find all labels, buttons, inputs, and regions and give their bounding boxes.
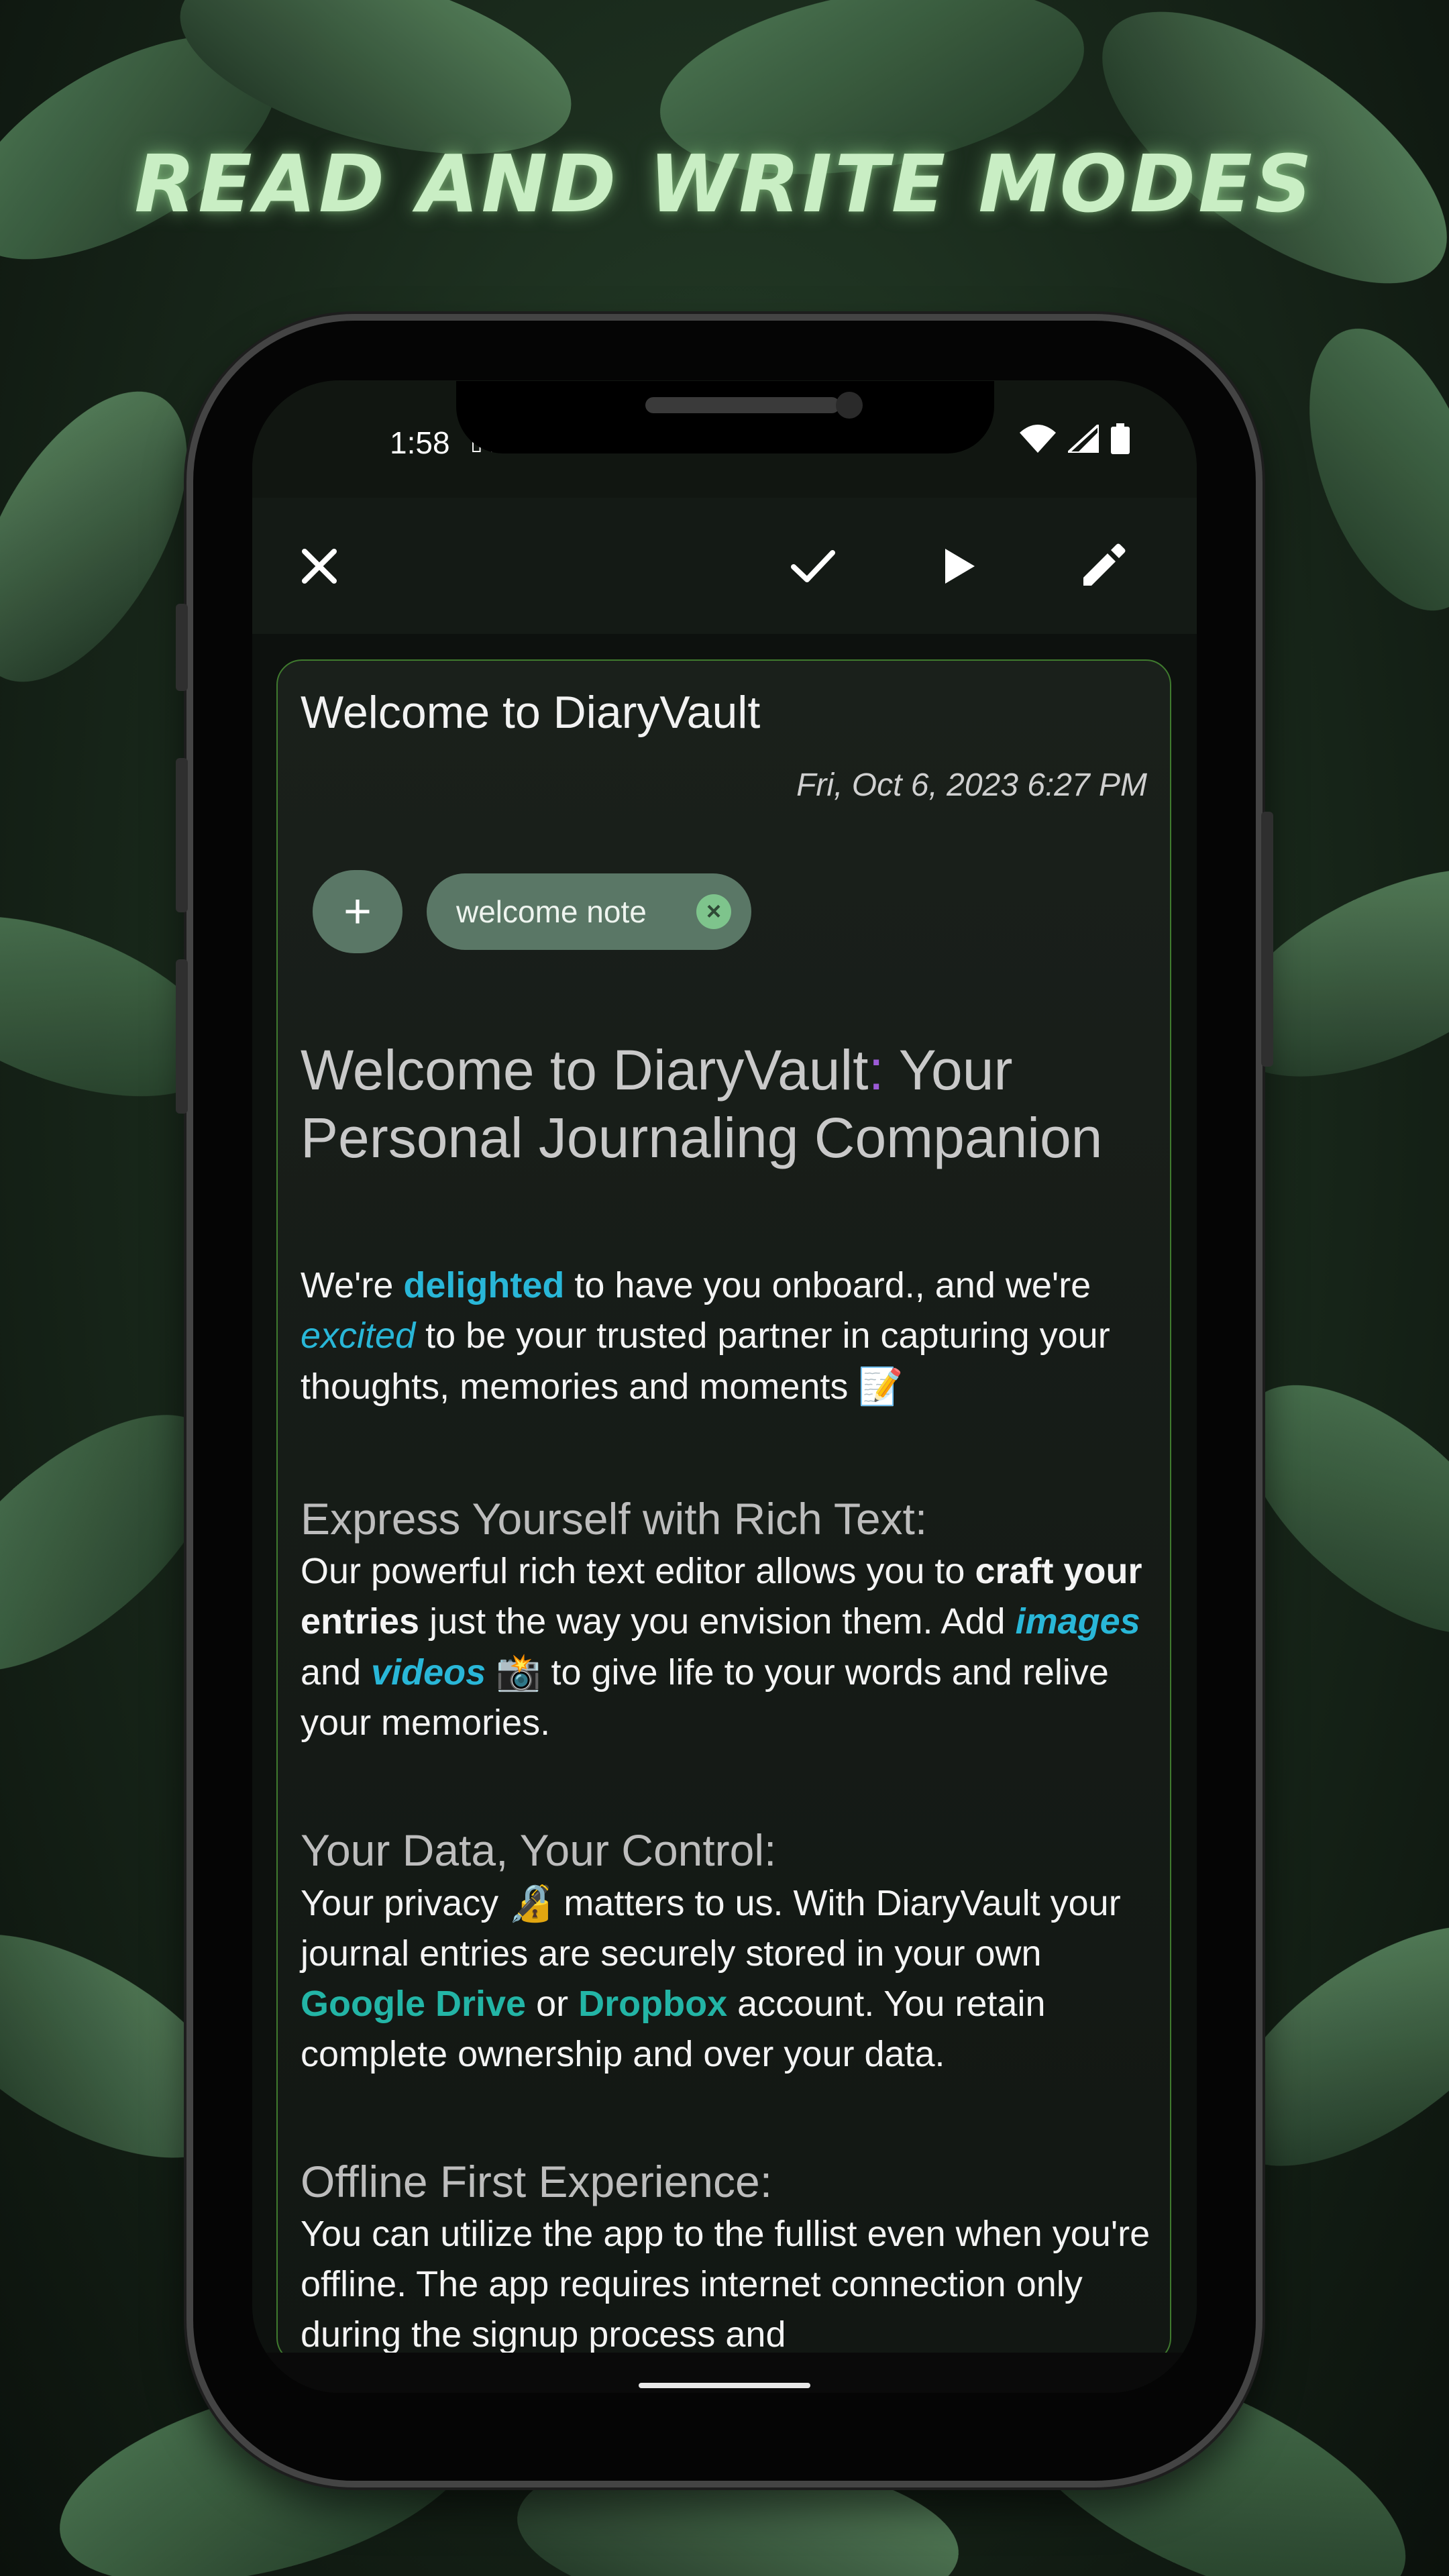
tag-chip[interactable]: welcome note × (427, 873, 751, 950)
wifi-icon (1020, 425, 1056, 453)
phone-side-button (176, 758, 188, 912)
tag-chip-label: welcome note (456, 894, 647, 929)
doc-paragraph-intro[interactable]: We're delighted to have you onboard., an… (301, 1260, 1159, 1412)
section-heading: Offline First Experience: (301, 2157, 773, 2206)
doc-section-rich-text[interactable]: Express Yourself with Rich Text: Our pow… (301, 1491, 1159, 1748)
front-camera (836, 392, 863, 419)
remove-tag-icon[interactable]: × (696, 894, 731, 929)
write-mode-button[interactable] (1079, 542, 1127, 590)
doc-heading: Welcome to DiaryVault: Your Personal Jou… (301, 1038, 1103, 1169)
promo-headline: READ AND WRITE MODES (134, 138, 1315, 230)
read-mode-button[interactable] (935, 542, 983, 590)
close-icon (302, 549, 337, 584)
signal-icon (1068, 425, 1099, 453)
check-icon (791, 550, 835, 582)
save-button[interactable] (789, 542, 837, 590)
lock-emoji: 🔏 (508, 1882, 554, 1924)
entry-title[interactable]: Welcome to DiaryVault (301, 686, 760, 739)
phone-side-button (1261, 812, 1273, 1067)
entry-date[interactable]: Fri, Oct 6, 2023 6:27 PM (796, 767, 1147, 804)
plus-icon: + (343, 885, 372, 938)
entry-content-area: Welcome to DiaryVault Fri, Oct 6, 2023 6… (252, 634, 1197, 2393)
phone-side-button (176, 959, 188, 1114)
play-icon (945, 549, 975, 584)
phone-screen: 1:58 ▯ ▯ Welcome to DiaryVault Fri, Oct … (252, 380, 1197, 2393)
add-tag-button[interactable]: + (313, 870, 402, 953)
dropbox-link: Dropbox (578, 1984, 728, 2024)
doc-section-data-control[interactable]: Your Data, Your Control: Your privacy 🔏 … (301, 1823, 1159, 2080)
battery-icon (1111, 423, 1130, 454)
phone-notch (456, 381, 994, 453)
home-gesture-pill[interactable] (639, 2383, 810, 2388)
editor-toolbar (252, 498, 1197, 634)
memo-emoji: 📝 (858, 1365, 904, 1407)
speaker-grille (645, 397, 840, 413)
doc-section-offline[interactable]: Offline First Experience: You can utiliz… (301, 2154, 1159, 2360)
camera-emoji: 📸 (496, 1651, 541, 1693)
entry-card[interactable]: Welcome to DiaryVault Fri, Oct 6, 2023 6… (276, 659, 1171, 2363)
edit-icon (1083, 543, 1126, 586)
phone-side-button (176, 604, 188, 691)
close-button[interactable] (295, 542, 343, 590)
google-drive-link: Google Drive (301, 1984, 527, 2024)
section-heading: Your Data, Your Control: (301, 1825, 777, 1875)
section-heading: Express Yourself with Rich Text: (301, 1494, 928, 1544)
status-time: 1:58 (390, 425, 450, 460)
status-icons (1020, 423, 1130, 454)
